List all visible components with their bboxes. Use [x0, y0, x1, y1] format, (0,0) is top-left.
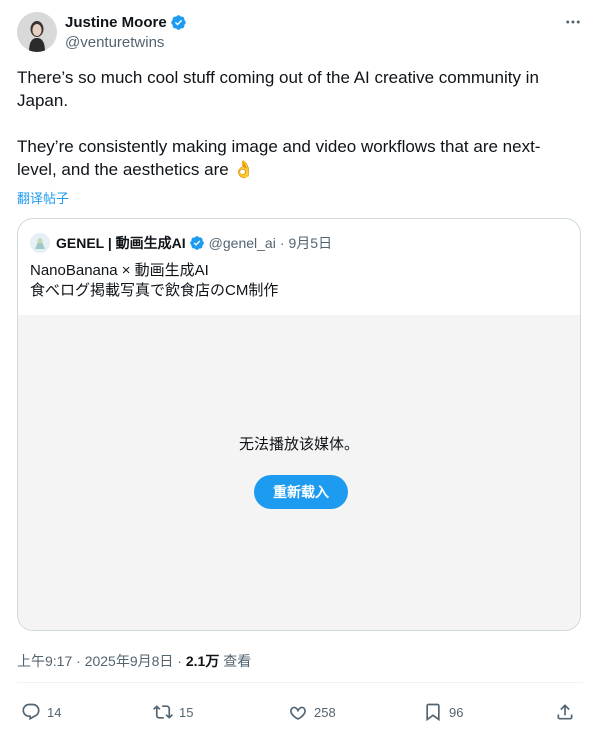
share-button[interactable]	[555, 700, 581, 724]
media-error-message: 无法播放该媒体。	[238, 436, 359, 453]
views-label: 查看	[219, 653, 252, 669]
tweet-text: There’s so much cool stuff coming out of…	[17, 66, 577, 181]
verified-badge-icon	[170, 14, 187, 31]
quoted-avatar	[30, 233, 50, 253]
translate-post-link[interactable]: 翻译帖子	[17, 188, 69, 207]
like-count: 258	[314, 704, 336, 720]
quoted-separator: ·	[279, 235, 285, 251]
bookmark-icon	[426, 703, 440, 722]
reply-button[interactable]: 14	[21, 700, 61, 724]
quoted-name: GENEL | 動画生成AI	[56, 235, 186, 251]
reply-count: 14	[47, 704, 62, 720]
quoted-tweet[interactable]: GENEL | 動画生成AI @genel_ai · 9月5日 NanoBana…	[17, 218, 581, 631]
reply-icon	[22, 703, 40, 721]
share-icon	[557, 704, 573, 720]
retweet-icon	[153, 705, 173, 719]
author-info: Justine Moore @venturetwins	[65, 13, 187, 51]
view-count: 2.1万	[185, 653, 220, 669]
quoted-header: GENEL | 動画生成AI @genel_ai · 9月5日	[30, 233, 332, 253]
author-handle[interactable]: @venturetwins	[65, 34, 187, 51]
retweet-button[interactable]: 15	[153, 700, 193, 724]
quoted-verified-badge-icon	[189, 235, 205, 251]
bookmark-button[interactable]: 96	[423, 700, 463, 724]
divider	[17, 682, 583, 683]
ok-hand-emoji: 👌	[233, 160, 255, 179]
quoted-text: NanoBanana × 動画生成AI 食べログ掲載写真で飲食店のCM制作	[30, 262, 279, 299]
tweet-body: There’s so much cool stuff coming out of…	[17, 68, 541, 179]
author-avatar[interactable]	[17, 12, 57, 52]
author-name[interactable]: Justine Moore	[65, 14, 167, 31]
quoted-handle: @genel_ai	[208, 235, 276, 251]
tweet-meta: 上午9:17 · 2025年9月8日 · 2.1万 查看	[17, 651, 251, 671]
media-player: 无法播放该媒体。 重新载入	[18, 315, 580, 630]
like-button[interactable]: 258	[288, 700, 336, 724]
tweet: Justine Moore @venturetwins There’s so m…	[0, 0, 599, 736]
retweet-count: 15	[179, 704, 194, 720]
action-bar: 14 15 258 96	[17, 700, 583, 724]
more-options-icon[interactable]	[563, 13, 583, 31]
timestamp[interactable]: 上午9:17 · 2025年9月8日 ·	[17, 653, 186, 669]
reload-button[interactable]: 重新载入	[254, 475, 348, 509]
heart-icon	[290, 706, 306, 720]
quoted-date: 9月5日	[288, 235, 333, 251]
bookmark-count: 96	[449, 704, 464, 720]
